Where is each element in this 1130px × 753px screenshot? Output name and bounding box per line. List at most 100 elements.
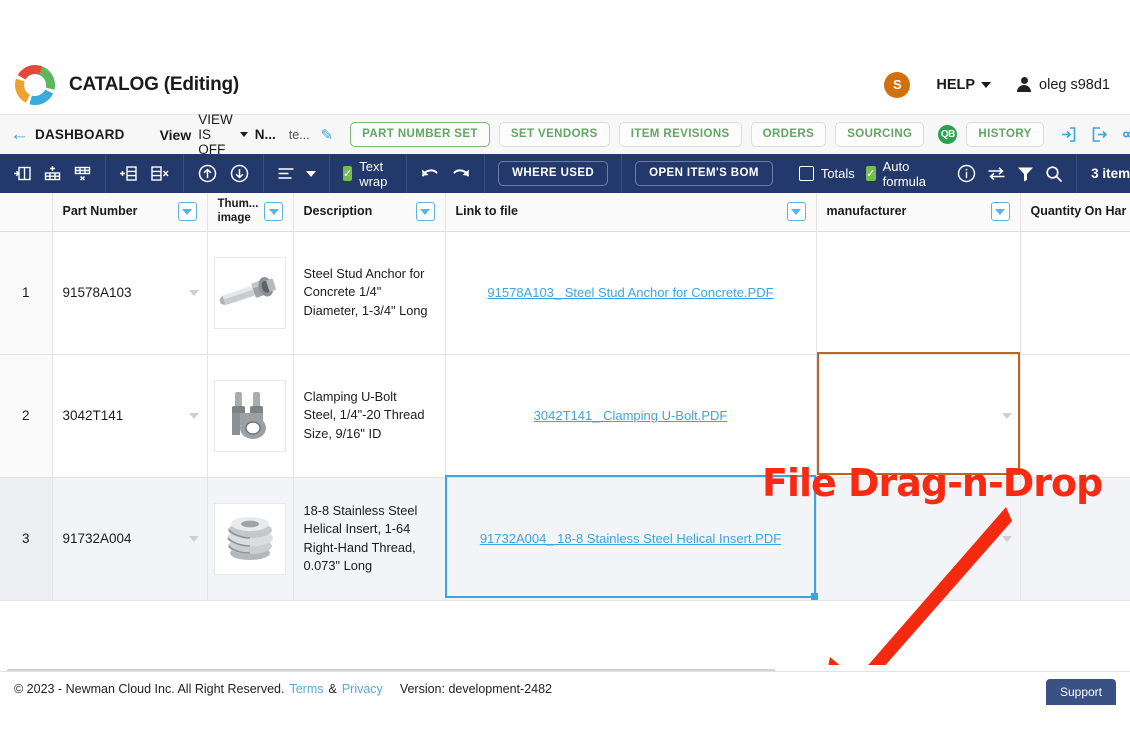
table-row[interactable]: 3 91732A004 18-8 Stainless Steel Helical… xyxy=(0,477,1130,601)
tab-history[interactable]: HISTORY xyxy=(966,121,1044,148)
cell-description[interactable]: Clamping U-Bolt Steel, 1/4"-20 Thread Si… xyxy=(293,354,446,478)
auto-formula-toggle[interactable]: ✓ Auto formula xyxy=(865,159,931,189)
table-row[interactable]: 1 91578A103 Steel Stud Anchor for Concre… xyxy=(0,231,1130,355)
column-filter-button[interactable] xyxy=(786,202,806,222)
cell-link-to-file[interactable]: 91732A004_ 18-8 Stainless Steel Helical … xyxy=(445,477,817,601)
remove-item-icon[interactable] xyxy=(150,165,170,182)
header-label: Description xyxy=(303,204,373,219)
chevron-down-icon[interactable] xyxy=(188,535,199,542)
cell-link-to-file[interactable]: 91578A103_ Steel Stud Anchor for Concret… xyxy=(445,231,817,355)
file-link[interactable]: 3042T141_ Clamping U-Bolt.PDF xyxy=(534,408,728,423)
back-arrow-icon[interactable]: ← xyxy=(10,125,29,144)
cell-quantity-on-hand[interactable] xyxy=(1020,354,1130,478)
delete-row-icon[interactable] xyxy=(73,165,92,182)
tab-orders[interactable]: ORDERS xyxy=(750,121,827,148)
view-selector[interactable]: View VIEW IS OFF N... te... ✎ xyxy=(160,112,334,157)
header-description[interactable]: Description xyxy=(293,193,446,232)
toolbar-group-tools xyxy=(944,154,1078,193)
screenshot-root: CATALOG (Editing) S HELP oleg s98d1 ← DA… xyxy=(0,0,1130,753)
add-item-icon[interactable] xyxy=(119,165,139,182)
part-number-value: 91732A004 xyxy=(62,531,132,546)
column-filter-button[interactable] xyxy=(415,202,435,222)
share-icon[interactable] xyxy=(1122,126,1130,143)
cell-quantity-on-hand[interactable] xyxy=(1020,231,1130,355)
letterbox-top xyxy=(0,0,1130,55)
user-menu[interactable]: oleg s98d1 xyxy=(1017,77,1110,93)
undo-icon[interactable] xyxy=(420,166,440,181)
footer: © 2023 - Newman Cloud Inc. All Right Res… xyxy=(0,671,1130,705)
cell-manufacturer[interactable] xyxy=(816,231,1021,355)
nav-tab-list: PART NUMBER SET SET VENDORS ITEM REVISIO… xyxy=(350,121,1044,148)
export-icon[interactable] xyxy=(1091,126,1108,143)
import-icon[interactable] xyxy=(1060,126,1077,143)
header-thumbnail[interactable]: Thum... image xyxy=(207,193,294,232)
file-link[interactable]: 91578A103_ Steel Stud Anchor for Concret… xyxy=(487,285,773,300)
move-up-icon[interactable] xyxy=(197,163,218,184)
chevron-down-icon[interactable] xyxy=(239,132,248,137)
toolbar-group-items xyxy=(106,154,184,193)
cell-description[interactable]: Steel Stud Anchor for Concrete 1/4" Diam… xyxy=(293,231,446,355)
align-menu-icon[interactable] xyxy=(277,166,295,181)
search-icon[interactable] xyxy=(1045,165,1063,183)
cell-manufacturer[interactable] xyxy=(816,477,1021,601)
cell-quantity-on-hand[interactable] xyxy=(1020,477,1130,601)
tab-item-revisions[interactable]: ITEM REVISIONS xyxy=(618,121,742,148)
info-icon[interactable] xyxy=(957,164,976,183)
chevron-down-icon[interactable] xyxy=(306,170,316,177)
text-wrap-toggle[interactable]: ✓ Text wrap xyxy=(343,159,393,189)
privacy-link[interactable]: Privacy xyxy=(342,682,383,696)
insert-row-icon[interactable] xyxy=(43,165,62,182)
insert-column-icon[interactable] xyxy=(13,165,32,182)
cell-part-number[interactable]: 3042T141 xyxy=(52,354,208,478)
cell-part-number[interactable]: 91578A103 xyxy=(52,231,208,355)
column-filter-button[interactable] xyxy=(990,202,1010,222)
user-name: oleg s98d1 xyxy=(1039,76,1110,93)
avatar[interactable]: S xyxy=(884,71,911,98)
cell-thumbnail[interactable] xyxy=(207,231,294,355)
header-label: Link to file xyxy=(455,204,519,219)
chevron-down-icon[interactable] xyxy=(1001,535,1012,542)
cell-thumbnail[interactable] xyxy=(207,354,294,478)
cell-thumbnail[interactable] xyxy=(207,477,294,601)
header-quantity-on-hand[interactable]: Quantity On Har xyxy=(1020,193,1130,232)
where-used-button[interactable]: WHERE USED xyxy=(498,160,609,187)
help-menu[interactable]: HELP xyxy=(936,77,992,93)
letterbox-bottom xyxy=(0,705,1130,753)
table-row[interactable]: 2 3042T141 Clamping U-Bolt Steel, 1/4"-2… xyxy=(0,354,1130,478)
filter-icon[interactable] xyxy=(1017,166,1034,182)
view-name: N... xyxy=(254,127,276,142)
cell-manufacturer[interactable] xyxy=(816,354,1021,478)
cell-part-number[interactable]: 91732A004 xyxy=(52,477,208,601)
redo-icon[interactable] xyxy=(451,166,471,181)
toolbar-group-where-used: WHERE USED xyxy=(485,154,623,193)
move-down-icon[interactable] xyxy=(229,163,250,184)
dashboard-link[interactable]: DASHBOARD xyxy=(35,127,125,142)
cell-link-to-file[interactable]: 3042T141_ Clamping U-Bolt.PDF xyxy=(445,354,817,478)
tab-set-vendors[interactable]: SET VENDORS xyxy=(498,121,610,148)
chevron-down-icon xyxy=(981,81,992,88)
open-items-bom-button[interactable]: OPEN ITEM'S BOM xyxy=(635,160,773,187)
view-label: View xyxy=(159,126,192,143)
header-link-to-file[interactable]: Link to file xyxy=(445,193,817,232)
data-grid-container: Part Number Thum... image Description Li… xyxy=(0,193,1130,705)
cell-description[interactable]: 18-8 Stainless Steel Helical Insert, 1-6… xyxy=(293,477,446,601)
file-link[interactable]: 91732A004_ 18-8 Stainless Steel Helical … xyxy=(480,531,781,546)
header-manufacturer[interactable]: manufacturer xyxy=(816,193,1021,232)
column-filter-button[interactable] xyxy=(177,202,197,222)
quickbooks-badge-icon[interactable]: QB xyxy=(938,125,958,144)
chevron-down-icon[interactable] xyxy=(188,412,199,419)
column-filter-button[interactable] xyxy=(264,202,284,222)
tab-part-number-set[interactable]: PART NUMBER SET xyxy=(350,121,490,148)
chevron-down-icon[interactable] xyxy=(1001,412,1012,419)
terms-link[interactable]: Terms xyxy=(289,682,323,696)
totals-toggle[interactable]: Totals xyxy=(798,166,855,181)
edit-pencil-icon[interactable]: ✎ xyxy=(321,126,334,144)
row-index: 3 xyxy=(0,477,53,601)
tab-sourcing[interactable]: SOURCING xyxy=(835,121,925,148)
header-part-number[interactable]: Part Number xyxy=(52,193,208,232)
support-button[interactable]: Support xyxy=(1045,679,1116,705)
header-right-cluster: S HELP oleg s98d1 xyxy=(884,71,1116,98)
swap-icon[interactable] xyxy=(987,166,1006,181)
chevron-down-icon[interactable] xyxy=(188,289,199,296)
header-label-line1: Thum... xyxy=(217,198,259,211)
